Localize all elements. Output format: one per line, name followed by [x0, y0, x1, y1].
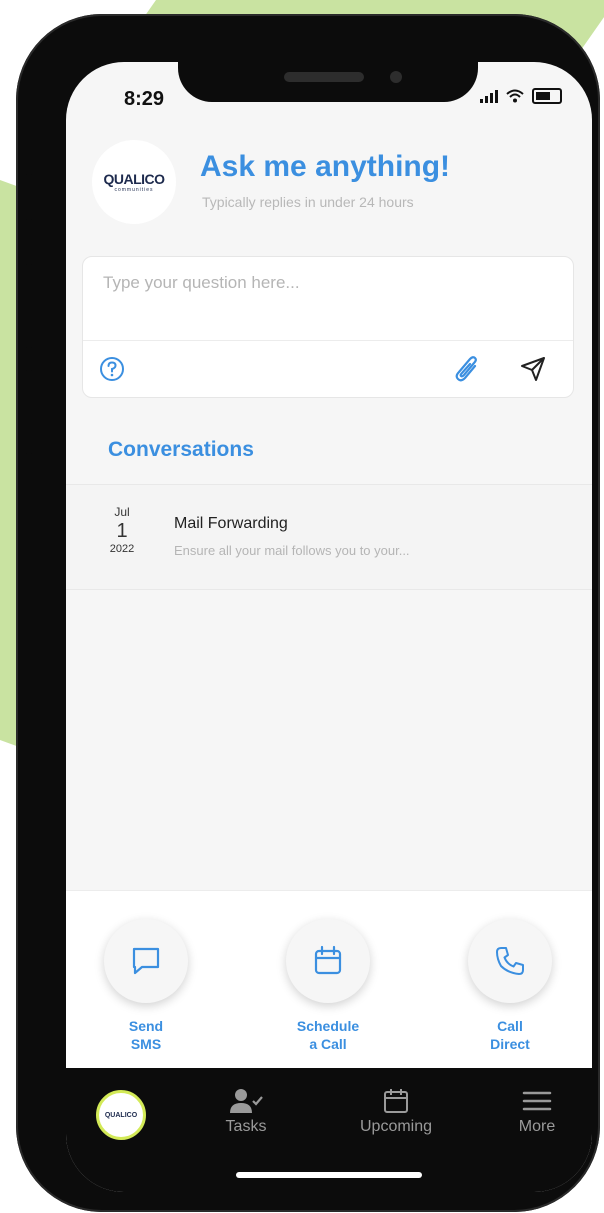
- call-direct-button[interactable]: Call Direct: [450, 919, 570, 1053]
- schedule-call-label-2: a Call: [309, 1036, 347, 1052]
- conversation-item[interactable]: Jul 1 2022 Mail Forwarding Ensure all yo…: [66, 484, 592, 590]
- home-logo-text: QUALICO: [104, 1111, 138, 1119]
- menu-icon: [502, 1084, 572, 1118]
- conversation-month: Jul: [114, 505, 130, 519]
- user-check-icon: [206, 1084, 286, 1118]
- tab-home[interactable]: QUALICO: [96, 1090, 146, 1140]
- tab-more[interactable]: More: [502, 1084, 572, 1136]
- logo-sub: communities: [114, 187, 154, 193]
- notch: [178, 62, 478, 102]
- send-sms-button[interactable]: Send SMS: [86, 919, 206, 1053]
- calendar-icon: [286, 919, 370, 1003]
- schedule-call-label-1: Schedule: [296, 1018, 360, 1034]
- conversations-heading: Conversations: [108, 438, 254, 461]
- volume-up-button: [24, 264, 34, 348]
- phone-icon: [468, 919, 552, 1003]
- question-input[interactable]: Type your question here...: [83, 257, 573, 341]
- battery-icon: [532, 88, 562, 104]
- conversation-year: 2022: [109, 543, 135, 555]
- home-indicator: [236, 1172, 422, 1178]
- tab-upcoming[interactable]: Upcoming: [336, 1084, 456, 1136]
- mute-switch: [24, 174, 34, 220]
- status-icons: [480, 88, 562, 104]
- phone-frame: 8:29 QUALICO communities Ask me anything…: [16, 14, 600, 1212]
- camera: [390, 71, 402, 83]
- conversation-title: Mail Forwarding: [174, 515, 288, 532]
- speaker: [284, 72, 364, 82]
- conversation-day: 1: [116, 520, 128, 542]
- app-screen: 8:29 QUALICO communities Ask me anything…: [66, 62, 592, 1192]
- tab-more-label: More: [518, 1118, 556, 1135]
- logo-name: QUALICO: [103, 171, 165, 187]
- page-title: Ask me anything!: [200, 150, 451, 183]
- signal-icon: [480, 89, 498, 103]
- quick-actions: Send SMS Schedule a Call Call Direct: [66, 890, 592, 1069]
- reply-time-note: Typically replies in under 24 hours: [202, 194, 414, 210]
- schedule-call-button[interactable]: Schedule a Call: [268, 919, 388, 1053]
- help-icon[interactable]: [99, 356, 125, 382]
- chat-bubble-icon: [104, 919, 188, 1003]
- company-logo: QUALICO communities: [92, 140, 176, 224]
- paperclip-icon[interactable]: [453, 354, 481, 384]
- call-direct-label-1: Call: [497, 1018, 523, 1034]
- send-sms-label-2: SMS: [130, 1036, 162, 1052]
- tab-tasks[interactable]: Tasks: [206, 1084, 286, 1136]
- status-time: 8:29: [124, 88, 165, 110]
- tab-tasks-label: Tasks: [225, 1118, 267, 1135]
- conversation-date: Jul 1 2022: [92, 505, 152, 555]
- send-sms-label-1: Send: [128, 1018, 164, 1034]
- wifi-icon: [506, 89, 524, 103]
- call-direct-label-2: Direct: [490, 1036, 530, 1052]
- tab-upcoming-label: Upcoming: [359, 1118, 433, 1135]
- conversation-preview: Ensure all your mail follows you to your…: [174, 543, 410, 558]
- send-icon[interactable]: [519, 355, 547, 383]
- volume-down-button: [24, 370, 34, 454]
- calendar-icon: [336, 1084, 456, 1118]
- question-composer: Type your question here...: [82, 256, 574, 398]
